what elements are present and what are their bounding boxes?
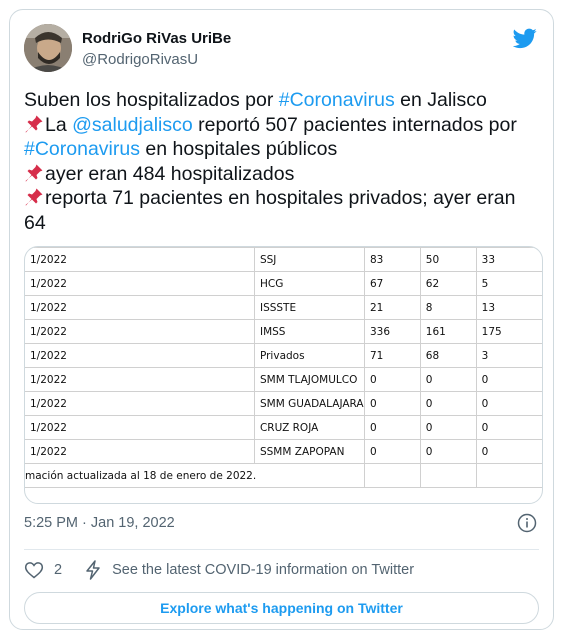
mention-link[interactable]: @saludjalisco <box>72 114 193 136</box>
table-cell: 0 <box>475 391 542 416</box>
table-cell: IMSS <box>253 319 365 344</box>
table-cell: 0 <box>363 439 421 464</box>
table-cell: SMM GUADALAJARA <box>253 391 365 416</box>
hashtag-link[interactable]: #Coronavirus <box>279 89 395 111</box>
table-cell: 0 <box>419 367 477 392</box>
table-cell: 0 <box>363 415 421 440</box>
pushpin-icon <box>25 188 43 206</box>
table-cell: 1/2022 <box>25 391 255 416</box>
table-cell: 71 <box>363 343 421 368</box>
tweet-line-2: La @saludjalisco reportó 507 pacientes i… <box>24 113 539 138</box>
table-cell: 83 <box>363 247 421 272</box>
table-cell: 1/2022 <box>25 271 255 296</box>
table-footer-note: mación actualizada al 18 de enero de 202… <box>25 463 365 488</box>
table-cell: 1/2022 <box>25 415 255 440</box>
table-cell: 0 <box>419 391 477 416</box>
table-cell: 0 <box>475 367 542 392</box>
author-name[interactable]: RodriGo RiVas UriBe <box>82 30 231 47</box>
tweet-text-segment: en Jalisco <box>394 89 487 111</box>
table-cell: 5 <box>475 271 542 296</box>
heart-icon[interactable] <box>24 560 44 580</box>
tweet-media-image[interactable]: 1/2022 SSJ 83 50 33 1/2022 HCG 67 62 5 1/2022 ISSST… <box>24 246 543 504</box>
table-cell: 161 <box>419 319 477 344</box>
table-cell: SSJ <box>253 247 365 272</box>
table-row: 1/2022 SSMM ZAPOPAN 0 0 0 <box>25 439 542 464</box>
divider <box>24 549 539 550</box>
covid-info-link[interactable]: See the latest COVID-19 information on T… <box>112 562 414 578</box>
tweet-text-segment: Suben los hospitalizados por <box>24 89 279 111</box>
tweet-text-segment: ayer eran 484 hospitalizados <box>45 162 295 185</box>
tweet-timestamp[interactable]: 5:25 PM · Jan 19, 2022 <box>24 515 175 531</box>
table-cell: 1/2022 <box>25 343 255 368</box>
tweet-line-4: ayer eran 484 hospitalizados <box>24 162 539 187</box>
tweet-text: Suben los hospitalizados por #Coronaviru… <box>24 88 539 235</box>
table-row: 1/2022 SMM TLAJOMULCO 0 0 0 <box>25 367 542 392</box>
like-count[interactable]: 2 <box>54 562 62 578</box>
tweet-text-segment: en hospitales públicos <box>139 138 338 160</box>
table-row: 1/2022 HCG 67 62 5 <box>25 271 542 296</box>
table-cell: 336 <box>363 319 421 344</box>
avatar[interactable] <box>24 24 72 72</box>
author-handle[interactable]: @RodrigoRivasU <box>82 51 198 68</box>
table-cell: 0 <box>363 367 421 392</box>
action-bar: 2 See the latest COVID-19 information on… <box>24 555 414 585</box>
table-row: 1/2022 IMSS 336 161 175 <box>25 319 542 344</box>
table-cell: CRUZ ROJA <box>253 415 365 440</box>
table-cell: 0 <box>419 439 477 464</box>
table-cell: 0 <box>419 415 477 440</box>
tweet-line-3: #Coronavirus en hospitales públicos <box>24 137 539 162</box>
table-cell: 68 <box>419 343 477 368</box>
table-cell: 67 <box>363 271 421 296</box>
pushpin-icon <box>25 115 43 132</box>
lightning-bolt-icon <box>86 560 100 580</box>
tweet-line-5: reporta 71 pacientes en hospitales priva… <box>24 186 539 211</box>
table-cell <box>363 463 421 488</box>
table-footer-row: mación actualizada al 18 de enero de 202… <box>25 463 542 488</box>
tweet-text-segment: La <box>45 113 73 136</box>
table-cell: 13 <box>475 295 542 320</box>
twitter-bird-icon[interactable] <box>513 26 537 50</box>
table-cell: 62 <box>419 271 477 296</box>
tweet-line-6: 64 <box>24 211 539 236</box>
table-row: 1/2022 SMM GUADALAJARA 0 0 0 <box>25 391 542 416</box>
tweet-card: RodriGo RiVas UriBe @RodrigoRivasU Suben… <box>9 9 554 630</box>
tweet-text-segment: 64 <box>24 211 46 234</box>
table-cell: 1/2022 <box>25 295 255 320</box>
table-cell: 1/2022 <box>25 439 255 464</box>
table-cell: HCG <box>253 271 365 296</box>
table-cell <box>475 463 542 488</box>
table-cell: 1/2022 <box>25 367 255 392</box>
tweet-line-1: Suben los hospitalizados por #Coronaviru… <box>24 88 539 113</box>
table-cell: 33 <box>475 247 542 272</box>
table-cell: 1/2022 <box>25 247 255 272</box>
table-row: 1/2022 ISSSTE 21 8 13 <box>25 295 542 320</box>
tweet-text-segment: reportó 507 pacientes internados por <box>192 113 517 136</box>
table-cell: SMM TLAJOMULCO <box>253 367 365 392</box>
table-row: 1/2022 SSJ 83 50 33 <box>25 247 542 272</box>
table-cell: 0 <box>475 415 542 440</box>
tweet-text-segment: reporta 71 pacientes en hospitales priva… <box>45 187 516 209</box>
table-cell <box>419 463 477 488</box>
table-row: 1/2022 CRUZ ROJA 0 0 0 <box>25 415 542 440</box>
table-cell: 8 <box>419 295 477 320</box>
table-cell: 0 <box>363 391 421 416</box>
table-row: 1/2022 Privados 71 68 3 <box>25 343 542 368</box>
table-cell: 0 <box>475 439 542 464</box>
table-cell: 175 <box>475 319 542 344</box>
table-cell: SSMM ZAPOPAN <box>253 439 365 464</box>
hospital-table: 1/2022 SSJ 83 50 33 1/2022 HCG 67 62 5 1/2022 ISSST… <box>25 247 542 488</box>
table-cell: Privados <box>253 343 365 368</box>
table-cell: 50 <box>419 247 477 272</box>
hashtag-link[interactable]: #Coronavirus <box>24 138 140 160</box>
pushpin-icon <box>25 164 43 181</box>
table-cell: 1/2022 <box>25 319 255 344</box>
table-cell: 21 <box>363 295 421 320</box>
table-cell: ISSSTE <box>253 295 365 320</box>
table-cell: 3 <box>475 343 542 368</box>
explore-button[interactable]: Explore what's happening on Twitter <box>24 592 539 624</box>
info-icon[interactable] <box>517 513 537 533</box>
